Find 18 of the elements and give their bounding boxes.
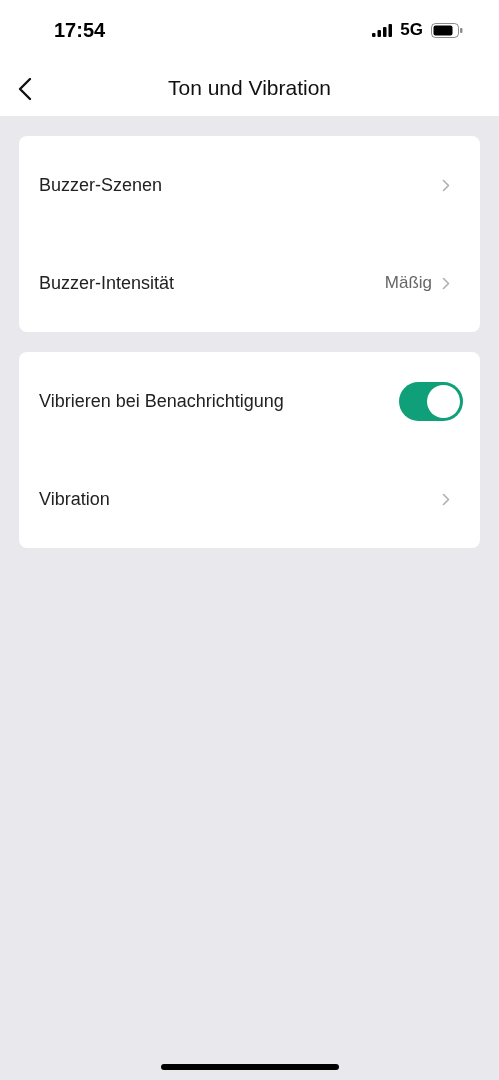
- network-label: 5G: [400, 20, 423, 40]
- settings-row[interactable]: Buzzer-Szenen: [39, 136, 460, 234]
- toggle-switch[interactable]: [399, 381, 463, 421]
- chevron-icon: [442, 276, 450, 290]
- battery-icon: [431, 22, 463, 38]
- status-time: 17:54: [54, 18, 106, 42]
- chevron-icon: [442, 492, 450, 506]
- row-label: Buzzer-Intensität: [39, 272, 175, 294]
- signal-icon: [372, 23, 393, 37]
- row-label: Vibration: [39, 488, 110, 510]
- settings-row[interactable]: Buzzer-Intensität Mäßig: [39, 234, 460, 332]
- row-value: Mäßig: [384, 273, 432, 293]
- row-label: Buzzer-Szenen: [39, 174, 163, 196]
- page-title: Ton und Vibration: [167, 76, 332, 100]
- chevron-icon: [442, 178, 450, 192]
- row-label: Vibrieren bei Benachrichtigung: [39, 390, 284, 412]
- settings-row[interactable]: Vibrieren bei Benachrichtigung: [39, 352, 460, 450]
- settings-row[interactable]: Vibration: [39, 450, 460, 548]
